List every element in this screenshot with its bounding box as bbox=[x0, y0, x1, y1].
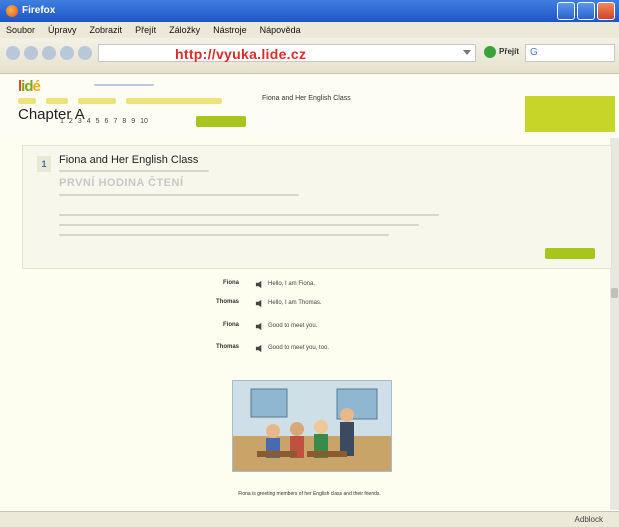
pager-item[interactable]: 6 bbox=[105, 118, 109, 125]
dialogue-line: Thomas Hello, I am Thomas. bbox=[0, 299, 619, 311]
site-logo[interactable]: lidé bbox=[18, 78, 41, 95]
paragraph-line bbox=[59, 224, 419, 226]
window-title: Firefox bbox=[22, 5, 56, 16]
intro-text-blurred bbox=[59, 194, 299, 196]
close-button[interactable] bbox=[597, 2, 615, 20]
paragraph-line bbox=[59, 234, 389, 236]
speaker-icon[interactable] bbox=[255, 344, 264, 353]
section-heading: PRVNÍ HODINA ČTENÍ bbox=[59, 177, 184, 189]
menu-go[interactable]: Přejít bbox=[135, 25, 156, 35]
pager-item[interactable]: 2 bbox=[69, 118, 73, 125]
current-page-crumb: Fiona and Her English Class bbox=[262, 95, 351, 102]
address-bar[interactable]: http://vyuka.lide.cz bbox=[98, 44, 476, 62]
adblock-status[interactable]: Adblock bbox=[575, 515, 603, 524]
dialogue-line: Thomas Good to meet you, too. bbox=[0, 344, 619, 356]
pager-item[interactable]: 9 bbox=[131, 118, 135, 125]
menu-bookmarks[interactable]: Záložky bbox=[169, 25, 200, 35]
go-button-label[interactable]: Přejít bbox=[499, 47, 519, 56]
menu-bar: Soubor Úpravy Zobrazit Přejít Záložky Ná… bbox=[0, 22, 619, 38]
paragraph-line bbox=[59, 214, 439, 216]
pager-item[interactable]: 4 bbox=[87, 118, 91, 125]
menu-edit[interactable]: Úpravy bbox=[48, 25, 77, 35]
window-titlebar: Firefox bbox=[0, 0, 619, 22]
home-icon[interactable] bbox=[78, 46, 92, 60]
menu-file[interactable]: Soubor bbox=[6, 25, 35, 35]
pager-item[interactable]: 5 bbox=[96, 118, 100, 125]
dialogue-speaker: Fiona bbox=[223, 322, 239, 328]
lesson-action-button[interactable] bbox=[545, 248, 595, 259]
firefox-icon bbox=[6, 5, 18, 17]
chevron-down-icon[interactable] bbox=[463, 50, 471, 55]
dialogue-speaker: Fiona bbox=[223, 280, 239, 286]
forward-icon[interactable] bbox=[24, 46, 38, 60]
header-banner[interactable] bbox=[525, 96, 615, 132]
pager-go-button[interactable] bbox=[196, 116, 246, 127]
go-icon[interactable] bbox=[484, 46, 496, 58]
pager-item[interactable]: 1 bbox=[60, 118, 64, 125]
site-header: lidé Fiona and Her English Class Chapter… bbox=[0, 74, 619, 138]
pager-item[interactable]: 10 bbox=[140, 118, 148, 125]
window-controls bbox=[557, 2, 615, 20]
dialogue-speaker: Thomas bbox=[215, 299, 239, 305]
lesson-number: 1 bbox=[37, 156, 51, 172]
breadcrumb-item[interactable] bbox=[18, 98, 36, 104]
illustration-caption: Fiona is greeting members of her English… bbox=[238, 491, 381, 497]
dialogue-line: Fiona Good to meet you. bbox=[0, 322, 619, 334]
back-icon[interactable] bbox=[6, 46, 20, 60]
breadcrumb-item[interactable] bbox=[46, 98, 68, 104]
search-input[interactable]: G bbox=[525, 44, 615, 62]
google-icon: G bbox=[530, 47, 538, 58]
address-url: http://vyuka.lide.cz bbox=[175, 46, 307, 62]
status-bar: Adblock bbox=[0, 511, 619, 527]
breadcrumb-item[interactable] bbox=[126, 98, 222, 104]
maximize-button[interactable] bbox=[577, 2, 595, 20]
lesson-box: 1 Fiona and Her English Class PRVNÍ HODI… bbox=[22, 145, 612, 269]
speaker-icon[interactable] bbox=[255, 299, 264, 308]
dialogue-text: Hello, I am Thomas. bbox=[268, 300, 322, 306]
chapter-pager: 1 2 3 4 5 6 7 8 9 10 bbox=[60, 118, 148, 125]
pager-item[interactable]: 8 bbox=[122, 118, 126, 125]
speaker-icon[interactable] bbox=[255, 280, 264, 289]
site-tagline-blurred bbox=[94, 81, 154, 88]
lesson-title: Fiona and Her English Class bbox=[59, 154, 199, 166]
dialogue-line: Fiona Hello, I am Fiona. bbox=[0, 280, 619, 292]
dialogue-text: Hello, I am Fiona. bbox=[268, 281, 316, 287]
classroom-illustration bbox=[232, 380, 392, 472]
speaker-icon[interactable] bbox=[255, 322, 264, 331]
classroom-picture bbox=[233, 381, 391, 471]
breadcrumb bbox=[18, 96, 222, 106]
lesson-meta-blurred bbox=[59, 168, 209, 174]
menu-view[interactable]: Zobrazit bbox=[90, 25, 123, 35]
reload-icon[interactable] bbox=[42, 46, 56, 60]
stop-icon[interactable] bbox=[60, 46, 74, 60]
menu-tools[interactable]: Nástroje bbox=[213, 25, 247, 35]
minimize-button[interactable] bbox=[557, 2, 575, 20]
pager-item[interactable]: 3 bbox=[78, 118, 82, 125]
navigation-toolbar: http://vyuka.lide.cz Přejít G bbox=[0, 38, 619, 74]
dialogue-speaker: Thomas bbox=[215, 344, 239, 350]
dialogue-text: Good to meet you. bbox=[268, 323, 318, 329]
menu-help[interactable]: Nápověda bbox=[260, 25, 301, 35]
dialogue-text: Good to meet you, too. bbox=[268, 345, 330, 351]
breadcrumb-item[interactable] bbox=[78, 98, 116, 104]
pager-item[interactable]: 7 bbox=[113, 118, 117, 125]
